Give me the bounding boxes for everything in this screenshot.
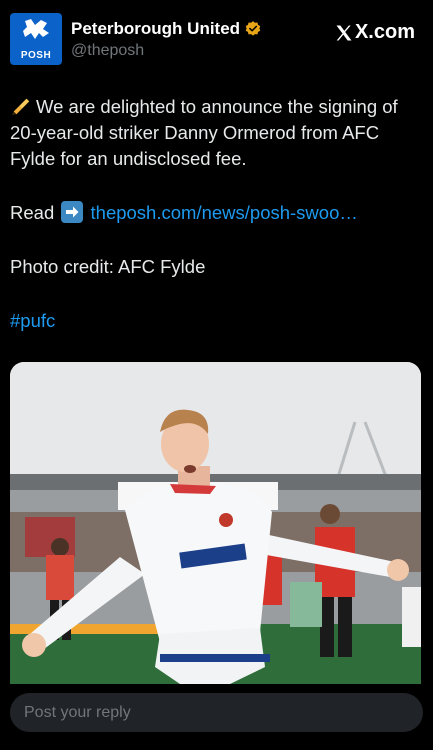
- display-name[interactable]: Peterborough United: [71, 19, 240, 39]
- read-line: Read theposh.com/news/posh-swoo…: [10, 200, 420, 226]
- announcement-text: We are delighted to announce the signing…: [10, 96, 398, 169]
- site-logo[interactable]: X.com: [334, 21, 415, 44]
- post-photo[interactable]: [10, 362, 421, 684]
- tweet-paragraph: We are delighted to announce the signing…: [10, 94, 420, 172]
- player-celebration-photo: [10, 362, 421, 684]
- crest-icon: [23, 19, 49, 39]
- right-arrow-icon: [61, 201, 84, 223]
- x-logo-icon: [336, 25, 352, 40]
- hashtag-link[interactable]: #pufc: [10, 310, 55, 331]
- read-label: Read: [10, 202, 55, 223]
- tweet-body: We are delighted to announce the signing…: [10, 94, 420, 334]
- verified-badge-icon: [245, 21, 261, 36]
- photo-credit: Photo credit: AFC Fylde: [10, 256, 206, 277]
- site-label: X.com: [354, 21, 415, 43]
- reply-bar[interactable]: [10, 693, 423, 732]
- name-row[interactable]: Peterborough United: [71, 19, 262, 39]
- article-link[interactable]: theposh.com/news/posh-swoo…: [91, 202, 358, 223]
- reply-input[interactable]: [10, 693, 423, 732]
- writing-hand-icon: [11, 98, 30, 116]
- handle[interactable]: @theposh: [71, 42, 144, 60]
- avatar[interactable]: POSH: [10, 13, 62, 65]
- avatar-label: POSH: [20, 50, 52, 61]
- tweet-header: POSH Peterborough United @theposh X.com: [10, 13, 415, 69]
